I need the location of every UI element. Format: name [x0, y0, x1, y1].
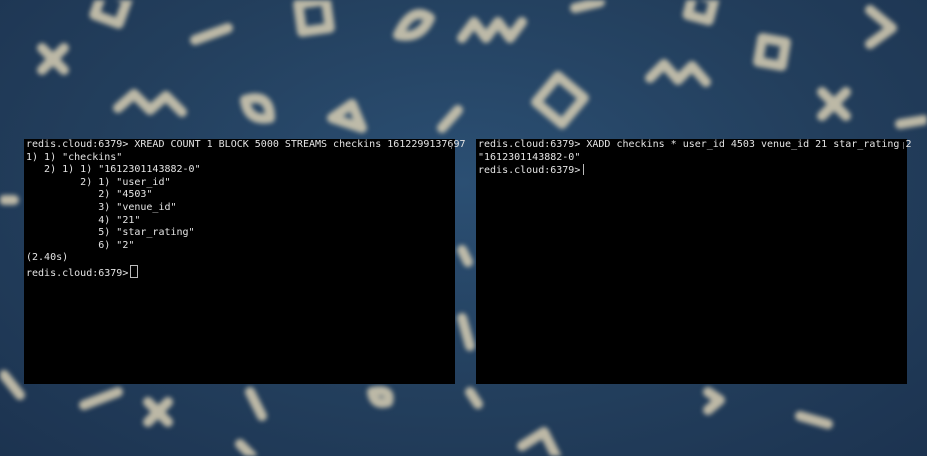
- dash-shape: [457, 313, 475, 351]
- square-shape: [753, 33, 791, 71]
- terminal-line: 5) "star_rating": [26, 227, 195, 239]
- square-shape: [682, 0, 720, 26]
- terminal-line: 2) 1) 1) "1612301143882-0": [26, 164, 201, 176]
- terminal-line: "1612301143882-0": [478, 151, 581, 163]
- leaf-shape: [367, 386, 394, 408]
- dash-shape: [79, 387, 123, 410]
- command-prompt-line[interactable]: redis.cloud:6379>: [26, 264, 453, 279]
- dash-shape: [245, 387, 267, 421]
- triangle-shape: [517, 427, 561, 456]
- triangle-shape: [327, 99, 367, 133]
- terminal-line: 3) "venue_id": [26, 201, 177, 213]
- terminal-line: 2) "4503": [26, 189, 153, 201]
- scrollbar-indicator[interactable]: [903, 142, 904, 149]
- terminal-line: redis.cloud:6379> XREAD COUNT 1 BLOCK 50…: [26, 139, 466, 150]
- dash-shape: [895, 115, 927, 129]
- zigzag-shape: [865, 5, 897, 49]
- zigzag-shape: [113, 89, 187, 117]
- terminal-line: (2.40s): [26, 252, 69, 264]
- terminal-line: redis.cloud:6379> XADD checkins * user_i…: [478, 139, 912, 150]
- dash-shape: [190, 23, 233, 45]
- zigzag-shape: [703, 387, 725, 415]
- dash-shape: [570, 0, 605, 13]
- scrollbar-indicator[interactable]: [451, 142, 452, 149]
- cursor-bar-icon: [583, 164, 585, 176]
- dash-shape: [437, 105, 463, 133]
- square-shape: [293, 0, 335, 37]
- command-prompt-line[interactable]: redis.cloud:6379>: [478, 164, 905, 177]
- prompt-label: redis.cloud:6379>: [26, 267, 129, 279]
- dash-shape: [0, 370, 25, 400]
- dash-shape: [457, 245, 473, 267]
- terminal-line: 2) 1) "user_id": [26, 176, 171, 188]
- cursor-block-icon: [130, 264, 139, 278]
- left-terminal-window[interactable]: redis.cloud:6379> XREAD COUNT 1 BLOCK 50…: [24, 139, 466, 384]
- dash-shape: [235, 439, 257, 456]
- zigzag-shape: [645, 59, 711, 87]
- leaf-shape: [240, 93, 275, 124]
- leaf-shape: [393, 9, 435, 41]
- right-terminal-window[interactable]: redis.cloud:6379> XADD checkins * user_i…: [476, 139, 912, 384]
- terminal-line: 1) 1) "checkins": [26, 151, 123, 163]
- cross-shape: [37, 43, 69, 75]
- diamond-shape: [531, 71, 589, 129]
- dash-shape: [795, 411, 833, 429]
- square-shape: [89, 0, 133, 29]
- terminal-line: 4) "21": [26, 214, 141, 226]
- cross-shape: [817, 87, 851, 121]
- cross-shape: [143, 397, 173, 427]
- prompt-label: redis.cloud:6379>: [478, 165, 581, 177]
- dash-shape: [465, 387, 483, 409]
- terminal-line: 6) "2": [26, 239, 135, 251]
- zigzag-shape: [457, 17, 527, 43]
